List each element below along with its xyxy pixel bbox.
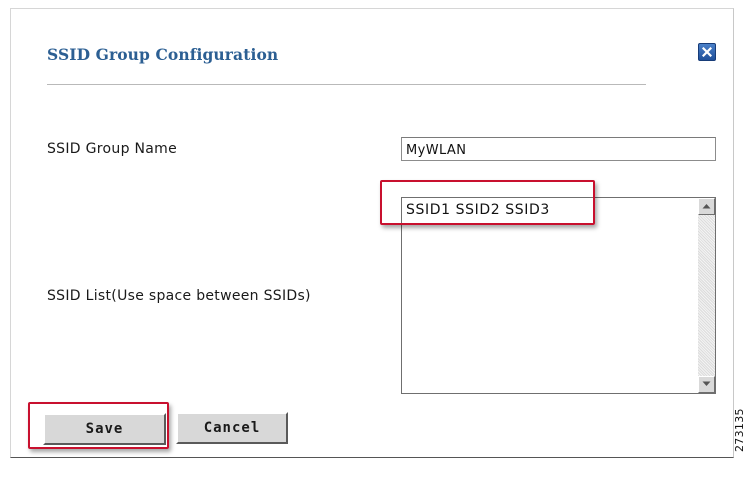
arrow-down-icon	[702, 381, 711, 386]
figure-number: 273135	[733, 408, 746, 452]
ssid-group-dialog: SSID Group Configuration SSID Group Name…	[10, 8, 734, 458]
scroll-down-button[interactable]	[698, 376, 715, 393]
group-name-input[interactable]	[401, 137, 716, 161]
ssid-list-label: SSID List(Use space between SSIDs)	[47, 288, 311, 304]
ssid-list-text: SSID1 SSID2 SSID3	[406, 202, 550, 218]
group-name-label: SSID Group Name	[47, 141, 178, 157]
ssid-list-textarea[interactable]: SSID1 SSID2 SSID3	[401, 197, 716, 394]
ssid-list-scrollbar[interactable]	[698, 198, 715, 393]
title-divider	[47, 84, 646, 85]
cancel-button[interactable]: Cancel	[176, 412, 288, 444]
arrow-up-icon	[702, 204, 711, 209]
scroll-up-button[interactable]	[698, 198, 715, 215]
close-button[interactable]	[698, 43, 716, 61]
dialog-title: SSID Group Configuration	[47, 45, 279, 64]
close-icon	[702, 47, 712, 57]
save-button[interactable]: Save	[43, 413, 166, 445]
